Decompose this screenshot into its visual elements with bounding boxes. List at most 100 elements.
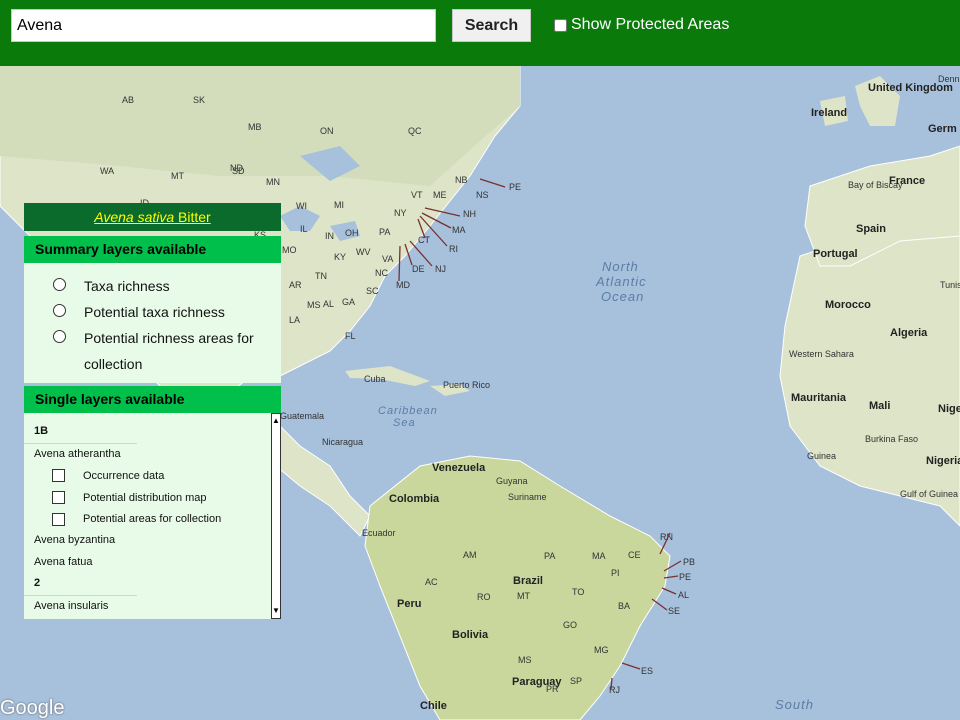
label-state-vt: VT	[411, 190, 423, 200]
label-br-se: SE	[668, 606, 680, 616]
label-burkina-faso: Burkina Faso	[865, 434, 918, 444]
option-taxa-richness[interactable]: Taxa richness	[24, 273, 281, 299]
label-suriname: Suriname	[508, 492, 547, 502]
checkbox[interactable]	[52, 469, 65, 483]
label-state-de: DE	[412, 264, 425, 274]
label-state-sd: SD	[232, 166, 245, 176]
label-venezuela: Venezuela	[432, 462, 486, 474]
scrollbar[interactable]: ▲ ▼	[271, 413, 281, 619]
taxon-label[interactable]: Avena fatua	[24, 552, 281, 574]
label-nigeria: Nigeria	[926, 455, 960, 467]
protected-areas-checkbox[interactable]	[554, 18, 567, 32]
layer-potential-distribution[interactable]: Potential distribution map	[24, 487, 281, 509]
label-state-pe: PE	[509, 182, 521, 192]
label-br-pi: PI	[611, 568, 620, 578]
show-protected-areas-toggle[interactable]: Show Protected Areas	[554, 16, 729, 34]
label-bolivia: Bolivia	[452, 629, 489, 641]
layers-panel: Avena sativa Bitter Summary layers avail…	[24, 203, 281, 619]
label-state-wa: WA	[100, 166, 114, 176]
taxon-label[interactable]: Avena byzantina	[24, 530, 281, 552]
label-state-al: AL	[323, 299, 334, 309]
ocean-label-atlantic: Atlantic	[595, 274, 647, 289]
label-br-ba: BA	[618, 601, 630, 611]
single-layers-header: Single layers available	[24, 386, 281, 413]
checkbox[interactable]	[52, 491, 65, 505]
label-ireland: Ireland	[811, 107, 847, 119]
top-toolbar: Search Show Protected Areas	[0, 0, 960, 66]
label-state-wi: WI	[296, 201, 307, 211]
label-brazil: Brazil	[513, 575, 543, 587]
label-state-mt: MT	[171, 171, 184, 181]
group-header: 2	[24, 573, 137, 596]
label-state-nb: NB	[455, 175, 468, 185]
option-potential-richness-areas[interactable]: Potential richness areas for collection	[24, 325, 281, 377]
option-potential-taxa-richness[interactable]: Potential taxa richness	[24, 299, 281, 325]
search-button[interactable]: Search	[452, 9, 531, 42]
label-br-pa: PA	[544, 551, 555, 561]
label-western-sahara: Western Sahara	[789, 349, 854, 359]
taxon-label[interactable]: Avena atherantha	[24, 444, 281, 466]
radio-button[interactable]	[53, 330, 66, 343]
scroll-down-arrow-icon[interactable]: ▼	[272, 606, 280, 616]
label-br-ac: AC	[425, 577, 438, 587]
ocean-label-north: North	[602, 259, 639, 274]
search-input[interactable]	[11, 9, 436, 42]
layer-potential-areas[interactable]: Potential areas for collection	[24, 508, 281, 530]
label-br-es: ES	[641, 666, 653, 676]
label-br-mg: MG	[594, 645, 609, 655]
label-guinea: Guinea	[807, 451, 836, 461]
radio-button[interactable]	[53, 304, 66, 317]
scroll-up-arrow-icon[interactable]: ▲	[272, 416, 280, 426]
label-state-fl: FL	[345, 331, 356, 341]
label-state-nj: NJ	[435, 264, 446, 274]
sea-label: Sea	[393, 417, 416, 429]
label-state-ny: NY	[394, 208, 407, 218]
radio-button[interactable]	[53, 278, 66, 291]
label-state-md: MD	[396, 280, 410, 290]
species-title-link[interactable]: Avena sativa Bitter	[24, 203, 281, 231]
label-br-pb: PB	[683, 557, 695, 567]
label-state-nc: NC	[375, 268, 388, 278]
label-state-mo: MO	[282, 245, 297, 255]
label-morocco: Morocco	[825, 299, 871, 311]
label-state-tn: TN	[315, 271, 327, 281]
label-ecuador: Ecuador	[362, 528, 396, 538]
label-state-qc: QC	[408, 126, 422, 136]
label-state-wv: WV	[356, 247, 371, 257]
label-colombia: Colombia	[389, 493, 440, 505]
label-state-va: VA	[382, 254, 393, 264]
label-state-mn: MN	[266, 177, 280, 187]
label-state-ri: RI	[449, 244, 458, 254]
taxon-label[interactable]: Avena insularis	[24, 596, 281, 618]
label-br-ms: MS	[518, 655, 532, 665]
label-nicaragua: Nicaragua	[322, 437, 363, 447]
label-state-ma: MA	[452, 225, 466, 235]
label-state-il: IL	[300, 224, 308, 234]
label-cuba: Cuba	[364, 374, 386, 384]
label-mauritania: Mauritania	[791, 392, 847, 404]
label-state-sk: SK	[193, 95, 205, 105]
layer-occurrence-data[interactable]: Occurrence data	[24, 465, 281, 487]
label-bay-of-biscay: Bay of Biscay	[848, 180, 903, 190]
label-tunisia: Tunis	[940, 280, 960, 290]
label-br-pe: PE	[679, 572, 691, 582]
checkbox[interactable]	[52, 512, 65, 526]
label-state-ab: AB	[122, 95, 134, 105]
summary-layers-header: Summary layers available	[24, 236, 281, 263]
label-br-mt: MT	[517, 591, 530, 601]
label-state-me: ME	[433, 190, 447, 200]
label-spain: Spain	[856, 223, 886, 235]
ocean-label-south: South	[775, 697, 814, 712]
label-state-nh: NH	[463, 209, 476, 219]
label-portugal: Portugal	[813, 248, 858, 260]
label-peru: Peru	[397, 598, 421, 610]
label-br-sp: SP	[570, 676, 582, 686]
label-br-ce: CE	[628, 550, 641, 560]
label-niger: Nige	[938, 403, 960, 415]
protected-areas-label: Show Protected Areas	[571, 16, 730, 33]
google-logo: Google	[0, 697, 65, 719]
single-layers-list[interactable]: 1B Avena atherantha Occurrence data Pote…	[24, 413, 281, 619]
label-germany: Germ	[928, 123, 957, 135]
label-br-to: TO	[572, 587, 584, 597]
caribbean-label: Caribbean	[378, 405, 438, 417]
